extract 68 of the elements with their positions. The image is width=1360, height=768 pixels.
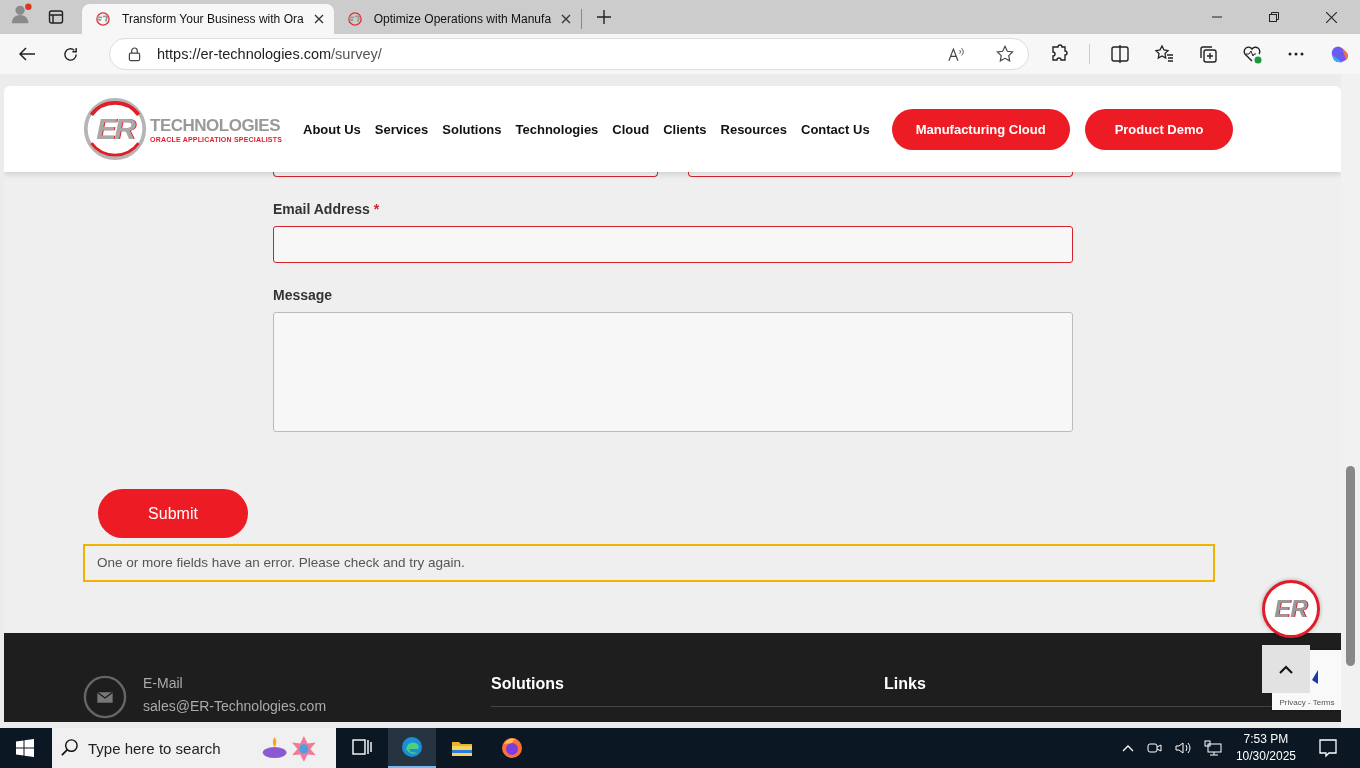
site-icon [94, 12, 112, 26]
firefox-icon [500, 736, 524, 760]
privacy-terms-links[interactable]: Privacy - Terms [1279, 698, 1335, 707]
clock-time: 7:53 PM [1243, 731, 1289, 748]
tab-title: Transform Your Business with Ora [122, 12, 304, 26]
input-field[interactable] [688, 172, 1073, 177]
url-text: https://er-technologies.com/survey/ [157, 46, 382, 62]
cta-button[interactable]: Product Demo [1084, 108, 1234, 150]
collections-icon[interactable] [1198, 44, 1218, 64]
volume-icon[interactable] [1173, 740, 1192, 756]
browser-tab[interactable]: Transform Your Business with Ora [82, 4, 334, 34]
footer-heading: Links [884, 675, 926, 692]
close-icon[interactable] [1326, 11, 1337, 23]
meet-icon[interactable] [1145, 740, 1162, 756]
nav-link[interactable]: Technologies [508, 121, 606, 137]
logo-mark: ER [96, 112, 134, 146]
notifications-icon[interactable] [1318, 738, 1338, 758]
tab-actions-icon[interactable] [48, 9, 64, 25]
refresh-icon[interactable] [62, 45, 79, 63]
browser-tab[interactable]: Optimize Operations with Manufa [333, 9, 583, 29]
extensions-icon[interactable] [1049, 44, 1069, 64]
logo-ring-icon [82, 96, 148, 162]
tab-title: Optimize Operations with Manufa [373, 12, 552, 26]
message-field[interactable] [273, 312, 1073, 432]
field-label: Message [273, 287, 334, 303]
error-message: One or more fields have an error. Please check and try again. [83, 544, 1215, 582]
logo-name: TECHNOLOGIES [150, 115, 281, 136]
profile-icon[interactable] [10, 3, 32, 25]
browser-icon [400, 735, 424, 759]
copilot-icon[interactable] [1330, 44, 1350, 64]
nav-link[interactable]: Clients [656, 121, 714, 137]
mail-icon [83, 675, 127, 719]
clock[interactable]: 7:53 PM 10/30/2025 [1235, 731, 1296, 765]
taskbar-app[interactable] [388, 728, 436, 768]
chevron-up-icon[interactable] [1121, 744, 1134, 752]
input-field[interactable] [273, 226, 1073, 263]
input-field[interactable] [273, 172, 658, 177]
search-field[interactable]: Type here to search [52, 728, 336, 768]
contact-label: E-Mail [143, 675, 184, 691]
favorites-icon[interactable] [1154, 44, 1174, 64]
split-screen-icon[interactable] [1110, 44, 1130, 64]
url-field[interactable]: https://er-technologies.com/survey/ [109, 38, 1029, 70]
close-icon[interactable] [313, 14, 324, 24]
cta-button[interactable]: Manufacturing Cloud [891, 108, 1070, 150]
field-label: Email Address * [273, 201, 381, 217]
back-icon[interactable] [18, 46, 36, 62]
footer-heading: Solutions [491, 675, 564, 692]
clock-date: 10/30/2025 [1235, 748, 1296, 765]
site-icon [345, 12, 364, 26]
nav-link[interactable]: Resources [713, 121, 794, 137]
nav-link[interactable]: Services [367, 121, 436, 137]
submit-button[interactable]: Submit [98, 489, 248, 538]
health-icon[interactable] [1242, 44, 1262, 64]
lock-icon [128, 46, 141, 62]
nav-link[interactable]: Cloud [605, 121, 657, 137]
nav-link[interactable]: Contact Us [794, 121, 877, 137]
new-tab-icon[interactable] [597, 10, 612, 24]
nav-link[interactable]: About Us [296, 121, 368, 137]
scrollbar[interactable] [1341, 74, 1360, 728]
scrollbar-thumb[interactable] [1346, 466, 1355, 666]
windows-start-icon[interactable] [16, 739, 34, 757]
close-icon[interactable] [561, 14, 572, 24]
network-icon[interactable] [1203, 740, 1222, 756]
read-aloud-icon[interactable] [948, 46, 966, 62]
email-link[interactable]: sales@ER-Technologies.com [143, 698, 327, 714]
star-icon[interactable] [996, 45, 1014, 63]
restore-icon[interactable] [1269, 12, 1279, 22]
nav-link[interactable]: Solutions [435, 121, 509, 137]
